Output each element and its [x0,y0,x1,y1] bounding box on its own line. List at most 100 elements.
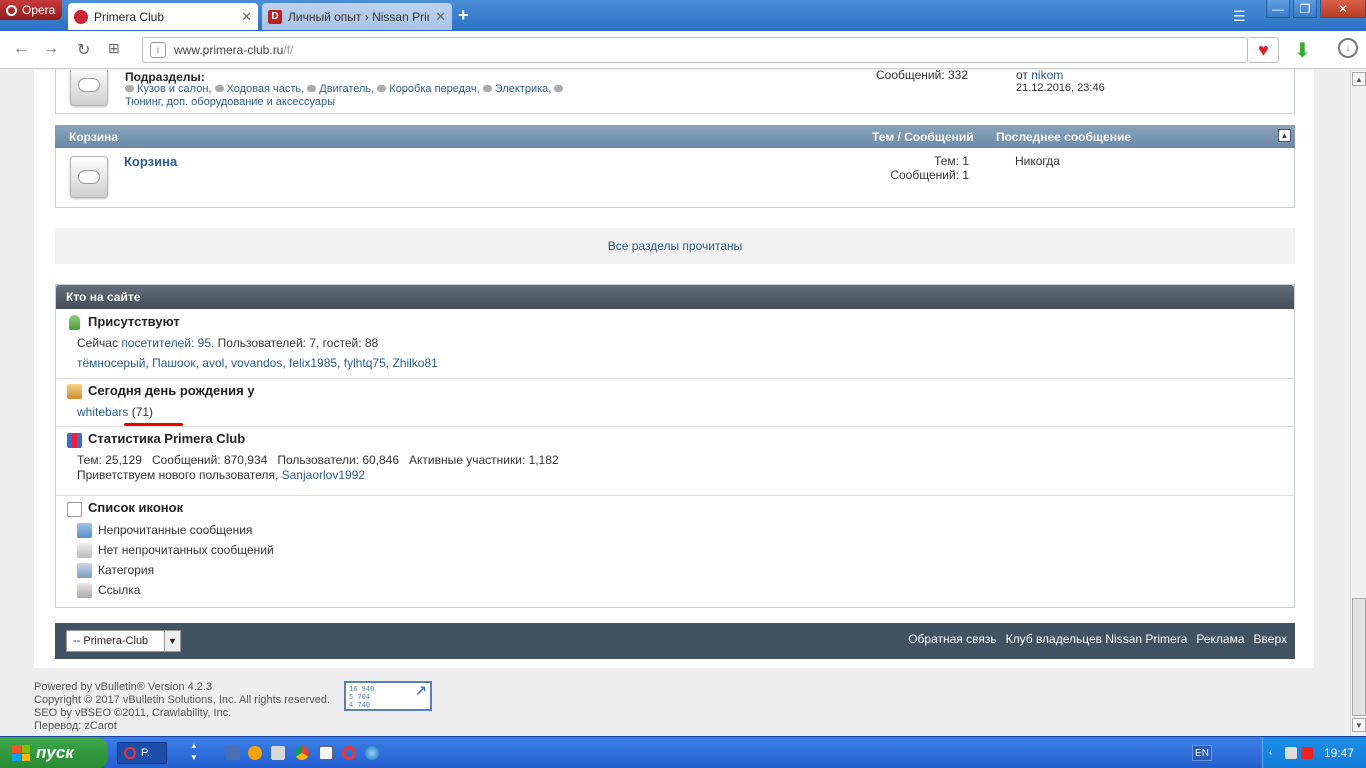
quicklaunch-media-icon[interactable] [248,746,262,760]
back-icon[interactable]: ← [13,40,29,58]
stats-line: Тем: 25,129 Сообщений: 870,934 Пользоват… [77,453,559,467]
download-icon[interactable]: ⬇ [1294,38,1311,63]
tray-expand-icon[interactable]: ‹ [1269,747,1281,759]
online-user-link[interactable]: Zhilko81 [392,356,437,370]
wol-stats-section: Статистика Primera Club Тем: 25,129 Сооб… [56,426,1294,496]
forum-title-link[interactable]: Корзина [124,154,177,169]
quicklaunch-opera-icon[interactable] [342,746,356,760]
scroll-up-icon[interactable]: ▲ [1352,72,1366,86]
browser-tab-bar: Opera Primera Club ✕ D Личный опыт › Nis… [0,0,1366,31]
tray-network-icon[interactable] [1285,747,1297,759]
subforum-link[interactable]: Двигатель [319,83,371,95]
footer-link-top[interactable]: Вверх [1254,632,1287,646]
primera-favicon-icon [74,9,88,24]
online-user-link[interactable]: avol [202,356,224,370]
clock: 19:47 [1323,746,1354,760]
subforums-label: Подразделы: [125,70,205,84]
tab-primera-club[interactable]: Primera Club ✕ [68,3,258,30]
legend-list-icon [67,502,82,517]
online-user-link[interactable]: fylhtq75 [344,356,386,370]
quicklaunch-save-icon[interactable] [226,746,240,760]
opera-logo-icon [6,4,17,16]
opera-menu-label: Opera [22,3,56,17]
windows-taskbar: пуск P. ▲ ▼ EN ‹ 19:47 [0,736,1366,768]
update-icon[interactable]: ↓ [1338,38,1358,58]
online-user-link[interactable]: felix1985 [289,356,337,370]
url-host: www.primera-club.ru [174,43,284,57]
online-user-link[interactable]: Пашоок [152,356,196,370]
footer-link-club[interactable]: Клуб владельцев Nissan Primera [1006,632,1188,646]
language-indicator[interactable]: EN [1192,745,1212,761]
minimize-icon[interactable]: — [1266,0,1290,18]
forum-row-trash: Корзина Тем: 1 Сообщений: 1 Никогда [55,148,1295,208]
forum-last-post: Никогда [1015,154,1060,168]
subforum-link[interactable]: Кузов и салон [137,83,208,95]
category-title[interactable]: Корзина [69,130,118,144]
visitors-link[interactable]: посетителей: 95 [121,336,211,350]
copyright-block: Powered by vBulletin® Version 4.2.3 Copy… [34,681,330,733]
present-rest: . Пользователей: 7, гостей: 88 [211,336,379,350]
quicklaunch-ie-icon[interactable] [271,746,285,760]
newest-user-link[interactable]: Sanjaorlov1992 [282,468,365,482]
maximize-icon[interactable]: ❐ [1293,0,1317,18]
collapse-icon[interactable]: ▲ [1278,129,1291,142]
legend-category: Категория [98,563,155,577]
scrollbar-thumb[interactable] [1352,598,1366,716]
reload-icon[interactable]: ↻ [77,40,90,60]
style-select[interactable]: -- Primera-Club ▼ [66,630,181,652]
close-tab-icon[interactable]: ✕ [435,9,446,25]
quicklaunch-calculator-icon[interactable] [319,746,333,760]
tray-antivirus-icon[interactable] [1301,747,1313,759]
arrow-up-right-icon: ↗ [414,676,427,700]
bookmark-heart-icon[interactable]: ♥ [1249,37,1279,63]
stats-header: Статистика Primera Club [88,431,246,446]
subforum-link[interactable]: Коробка передач [389,83,476,95]
subforum-link[interactable]: Электрика [495,83,549,95]
quicklaunch-globe-icon[interactable] [365,746,379,760]
legend-no-unread: Нет непрочитанных сообщений [98,543,274,557]
site-info-icon[interactable]: i [150,42,166,58]
unread-posts-icon [77,523,92,538]
tab-menu-icon[interactable]: ☰ [1233,8,1246,25]
chevron-down-icon[interactable]: ▼ [164,631,180,651]
category-icon [77,563,92,578]
footer-link-feedback[interactable]: Обратная связь [908,632,996,646]
close-window-icon[interactable]: ✕ [1320,0,1366,18]
welcome-prefix: Приветствуем нового пользователя, [77,468,279,482]
taskbar-opera-window[interactable]: P. [117,742,167,764]
online-user-link[interactable]: тёмносерый [77,356,145,370]
subforum-link[interactable]: Ходовая часть [227,83,302,95]
last-post-prefix: от [1016,70,1028,82]
opera-menu-button[interactable]: Opera [0,0,62,20]
forward-icon[interactable]: → [43,40,59,58]
forum-read-icon [70,156,108,198]
address-url: www.primera-club.ru/f/ [174,43,293,57]
visit-counter-badge[interactable]: 16 940 5 704 4 740 ↗ [344,676,432,711]
link-icon [77,583,92,598]
last-post-user-link[interactable]: nikom [1031,70,1063,82]
wol-present-section: Присутствуют Сейчас посетителей: 95. Пол… [56,309,1294,379]
welcome-line: Приветствуем нового пользователя, Sanjao… [77,468,365,482]
address-bar[interactable]: i www.primera-club.ru/f/ [142,37,1248,63]
start-button[interactable]: пуск [0,737,108,768]
start-label: пуск [36,743,74,762]
tab-title: Primera Club [94,9,165,24]
vertical-scrollbar[interactable]: ▲ ▼ [1350,70,1366,736]
no-unread-posts-icon [77,543,92,558]
mark-all-read-link[interactable]: Все разделы прочитаны [608,239,743,253]
legend-unread: Непрочитанные сообщения [98,523,253,537]
subforum-link[interactable]: Тюнинг, доп. оборудование и аксессуары [125,96,335,108]
close-tab-icon[interactable]: ✕ [241,9,252,25]
taskbar-window-label: P. [141,747,150,759]
footer-link-ads[interactable]: Реклама [1196,632,1244,646]
tab-personal-experience[interactable]: D Личный опыт › Nissan Primera ✕ [262,3,452,30]
present-counts: Сейчас посетителей: 95. Пользователей: 7… [77,336,378,350]
quicklaunch-chrome-icon[interactable] [295,746,309,760]
speed-dial-icon[interactable]: ⊞ [108,40,120,57]
birthday-user-link[interactable]: whitebars [77,405,128,419]
online-user-link[interactable]: vovandos [231,356,282,370]
taskbar-scroll-arrows-icon[interactable]: ▲ ▼ [190,740,198,764]
user-icon [69,315,80,330]
new-tab-plus-icon[interactable]: + [458,5,469,26]
scroll-down-icon[interactable]: ▼ [1352,718,1366,732]
